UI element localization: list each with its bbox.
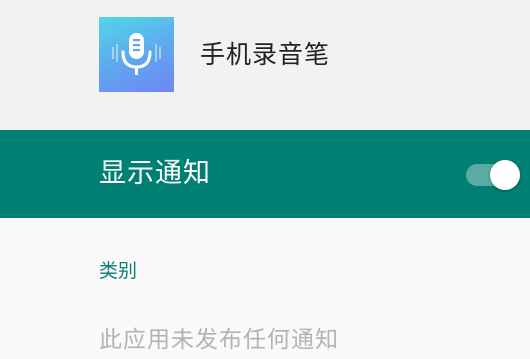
- app-header: 手机录音笔: [0, 0, 530, 130]
- notification-categories: 类别 此应用未发布任何通知: [0, 218, 530, 359]
- empty-notifications-message: 此应用未发布任何通知: [99, 327, 339, 353]
- show-notifications-row[interactable]: 显示通知: [0, 130, 530, 218]
- category-header: 类别: [99, 260, 138, 282]
- app-icon: [99, 17, 174, 92]
- show-notifications-toggle[interactable]: [466, 160, 524, 190]
- app-name: 手机录音笔: [200, 40, 331, 69]
- show-notifications-label: 显示通知: [99, 158, 211, 189]
- microphone-icon: [112, 33, 161, 75]
- toggle-thumb: [490, 160, 520, 190]
